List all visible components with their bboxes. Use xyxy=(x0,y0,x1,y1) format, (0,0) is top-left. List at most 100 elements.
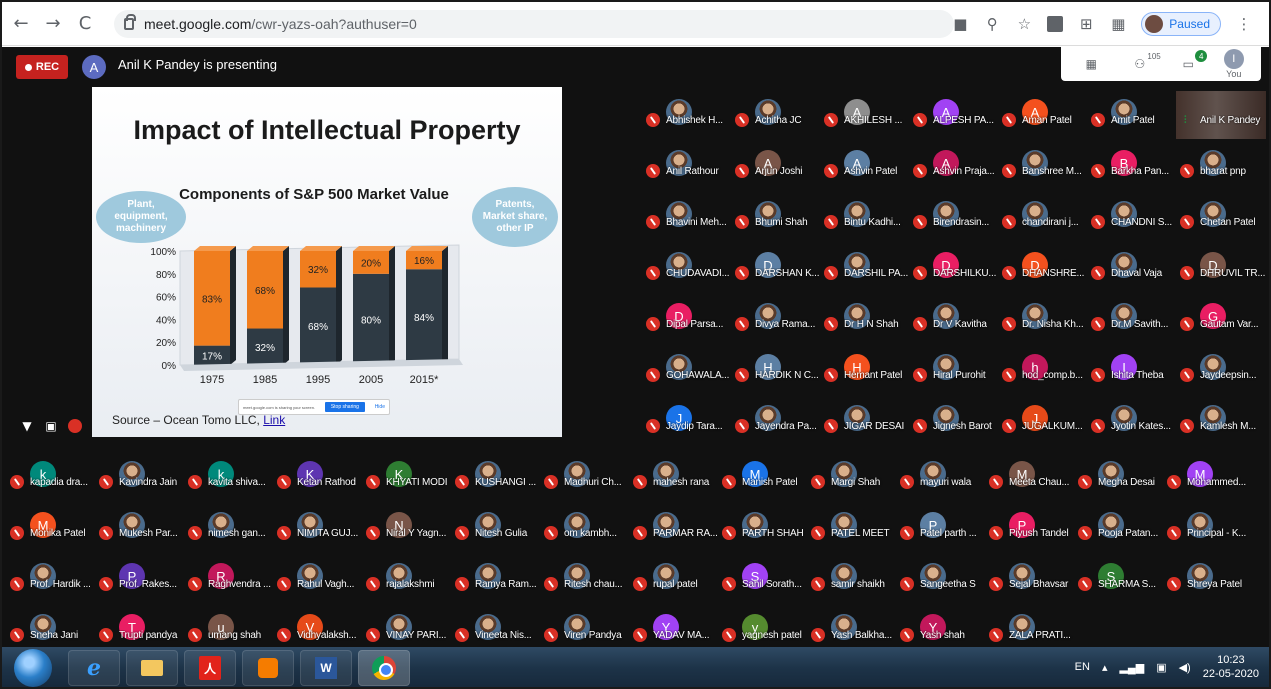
participant-tile[interactable]: Dr.M Savith... xyxy=(1087,303,1177,343)
participant-tile[interactable]: Kavindra Jain xyxy=(95,461,185,501)
participant-tile[interactable]: CHUDAVADI... xyxy=(642,252,732,292)
file-explorer-button[interactable] xyxy=(126,650,178,686)
participant-tile[interactable]: D Dipal Parsa... xyxy=(642,303,732,343)
participant-tile[interactable]: Anil Rathour xyxy=(642,150,732,190)
participant-tile[interactable]: Divya Rama... xyxy=(731,303,821,343)
participant-tile[interactable]: NIMITA GUJ... xyxy=(273,512,363,552)
participant-tile[interactable]: Ramya Ram... xyxy=(451,563,541,603)
participant-tile[interactable]: Birendrasin... xyxy=(909,201,999,241)
participant-tile[interactable]: samir shaikh xyxy=(807,563,897,603)
participant-tile[interactable]: bharat pnp xyxy=(1176,150,1266,190)
participant-tile[interactable]: Dr. Nisha Kh... xyxy=(998,303,1088,343)
participant-tile[interactable]: H Hemant Patel xyxy=(820,354,910,394)
grid-extension-icon[interactable]: ⊞ xyxy=(1077,15,1095,33)
zoom-icon[interactable]: ⚲ xyxy=(983,15,1001,33)
participant-tile[interactable]: h hod_comp.b... xyxy=(998,354,1088,394)
participant-tile[interactable]: Jyotin Kates... xyxy=(1087,405,1177,445)
participant-tile[interactable]: M Manish Patel xyxy=(718,461,808,501)
participant-tile[interactable]: Dhaval Vaja xyxy=(1087,252,1177,292)
participant-tile[interactable]: Pooja Patan... xyxy=(1074,512,1164,552)
participant-tile[interactable]: A Arjun Joshi xyxy=(731,150,821,190)
participant-tile[interactable]: PATEL MEET xyxy=(807,512,897,552)
participant-tile[interactable]: GOHAWALA... xyxy=(642,354,732,394)
participant-tile[interactable]: A ALPESH PA... xyxy=(909,99,999,139)
participant-tile[interactable]: rajalakshmi xyxy=(362,563,452,603)
participant-tile[interactable]: Madhuri Ch... xyxy=(540,461,630,501)
participant-tile[interactable]: M Monika Patel xyxy=(6,512,96,552)
participant-tile[interactable]: Megha Desai xyxy=(1074,461,1164,501)
participant-tile[interactable]: JIGAR DESAI xyxy=(820,405,910,445)
network-icon[interactable]: ▣ xyxy=(1156,661,1166,674)
volume-icon[interactable]: ◀) xyxy=(1179,661,1191,674)
participant-tile[interactable]: I Ishita Theba xyxy=(1087,354,1177,394)
participant-tile[interactable]: Prof. Hardik ... xyxy=(6,563,96,603)
participant-tile[interactable]: K Ketan Rathod xyxy=(273,461,363,501)
participant-tile[interactable]: nimesh gan... xyxy=(184,512,274,552)
star-icon[interactable]: ☆ xyxy=(1015,15,1033,33)
participant-tile[interactable]: Hiral Purohit xyxy=(909,354,999,394)
participant-tile[interactable]: N Niral Y Yagn... xyxy=(362,512,452,552)
participant-tile[interactable]: G Gautam Var... xyxy=(1176,303,1266,343)
participant-tile[interactable]: Chetan Patel xyxy=(1176,201,1266,241)
participant-tile[interactable]: P Patel parth ... xyxy=(896,512,986,552)
participant-tile[interactable]: D DARSHAN K... xyxy=(731,252,821,292)
participant-tile[interactable]: Mukesh Par... xyxy=(95,512,185,552)
participant-tile[interactable]: P Piyush Tandel xyxy=(985,512,1075,552)
address-bar[interactable]: meet.google.com /cwr-yazs-oah?authuser=0 xyxy=(114,10,954,38)
participant-tile[interactable]: A Aman Patel xyxy=(998,99,1088,139)
participant-tile[interactable]: P Prof. Rakes... xyxy=(95,563,185,603)
extension-icon[interactable] xyxy=(1047,16,1064,32)
reload-button[interactable]: C xyxy=(72,11,98,37)
participant-tile[interactable]: Bhavini Meh... xyxy=(642,201,732,241)
participant-tile[interactable]: Rahul Vagh... xyxy=(273,563,363,603)
stop-sharing-button[interactable]: Stop sharing xyxy=(324,402,365,412)
participant-tile[interactable]: Bintu Kadhi... xyxy=(820,201,910,241)
profile-button[interactable]: Paused xyxy=(1141,12,1221,36)
participant-tile[interactable]: k kapadia dra... xyxy=(6,461,96,501)
participant-tile[interactable]: Banshree M... xyxy=(998,150,1088,190)
participant-tile[interactable]: Jaydeepsin... xyxy=(1176,354,1266,394)
participant-tile[interactable]: D DHANSHRE... xyxy=(998,252,1088,292)
pin-icon[interactable]: ▼ xyxy=(20,419,34,433)
participant-tile[interactable]: R Raghvendra ... xyxy=(184,563,274,603)
participant-tile[interactable]: k kavita shiva... xyxy=(184,461,274,501)
participant-tile[interactable]: K KHYATI MODI xyxy=(362,461,452,501)
participant-tile[interactable]: Bhumi Shah xyxy=(731,201,821,241)
chrome-button[interactable] xyxy=(358,650,410,686)
start-button[interactable] xyxy=(14,649,52,687)
participant-tile[interactable]: Sangeetha S xyxy=(896,563,986,603)
participant-tile[interactable]: CHANDNI S... xyxy=(1087,201,1177,241)
participant-tile[interactable]: Amit Patel xyxy=(1087,99,1177,139)
participant-tile[interactable]: PARMAR RA... xyxy=(629,512,719,552)
people-button[interactable]: ⚇ 105 xyxy=(1127,52,1160,71)
participant-tile[interactable]: Principal - K... xyxy=(1163,512,1253,552)
participant-tile[interactable]: Sejal Bhavsar xyxy=(985,563,1075,603)
participant-tile[interactable]: A AKHILESH ... xyxy=(820,99,910,139)
media-player-button[interactable] xyxy=(242,650,294,686)
participant-tile[interactable]: Ritesh chau... xyxy=(540,563,630,603)
clock[interactable]: 10:23 22-05-2020 xyxy=(1203,653,1259,681)
participant-tile[interactable]: Jignesh Barot xyxy=(909,405,999,445)
participant-tile[interactable]: Nitesh Gulia xyxy=(451,512,541,552)
forward-button[interactable]: → xyxy=(40,11,66,37)
participant-tile[interactable]: D DHRUVIL TR... xyxy=(1176,252,1266,292)
participant-tile[interactable]: A Ashvin Praja... xyxy=(909,150,999,190)
signal-icon[interactable]: ▂▄▆ xyxy=(1119,661,1144,674)
participant-tile[interactable]: A Ashvin Patel xyxy=(820,150,910,190)
hide-button[interactable]: Hide xyxy=(375,404,385,410)
participant-tile[interactable]: mahesh rana xyxy=(629,461,719,501)
source-link[interactable]: Link xyxy=(263,413,285,427)
language-indicator[interactable]: EN xyxy=(1075,661,1090,673)
camera-icon[interactable]: ■ xyxy=(951,15,969,33)
participant-tile[interactable]: H HARDIK N C... xyxy=(731,354,821,394)
participant-tile[interactable]: B Barkha Pan... xyxy=(1087,150,1177,190)
menu-icon[interactable]: ⋮ xyxy=(1235,15,1253,33)
participant-tile[interactable]: Abhishek H... xyxy=(642,99,732,139)
participant-tile[interactable]: S SHARMA S... xyxy=(1074,563,1164,603)
tray-arrow-icon[interactable]: ▴ xyxy=(1102,661,1108,674)
participant-tile[interactable]: Jayendra Pa... xyxy=(731,405,821,445)
participant-tile[interactable]: Dr H N Shah xyxy=(820,303,910,343)
self-view[interactable]: I You xyxy=(1223,49,1244,79)
participant-tile[interactable]: M Meeta Chau... xyxy=(985,461,1075,501)
participant-tile[interactable]: mayuri wala xyxy=(896,461,986,501)
